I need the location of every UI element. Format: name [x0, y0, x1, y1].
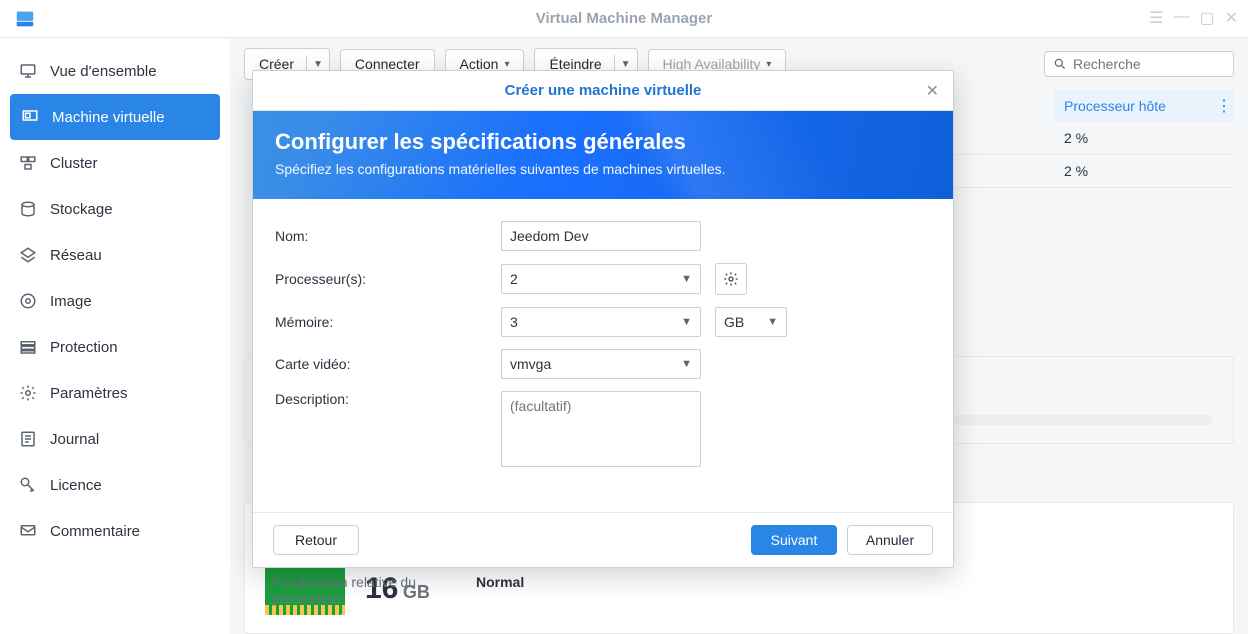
vm-details: Pondération relative du processeur: Norm… [252, 574, 544, 626]
dialog-body: Nom: Processeur(s): 2▼ Mémoire: 3▼ GB▼ C… [253, 199, 953, 512]
back-button[interactable]: Retour [273, 525, 359, 555]
sidebar-item-overview[interactable]: Vue d'ensemble [0, 48, 230, 94]
cancel-button[interactable]: Annuler [847, 525, 933, 555]
banner-subtitle: Spécifiez les configurations matérielles… [275, 161, 931, 177]
window-controls: ☰ — ▢ ✕ [1149, 8, 1238, 28]
sidebar: Vue d'ensemble Machine virtuelle Cluster… [0, 38, 230, 634]
dialog-title: Créer une machine virtuelle [505, 82, 702, 99]
sidebar-item-label: Commentaire [50, 523, 140, 540]
sidebar-item-comment[interactable]: Commentaire [0, 508, 230, 554]
detail-label: Pondération relative du [272, 574, 416, 590]
sidebar-item-network[interactable]: Réseau [0, 232, 230, 278]
create-vm-dialog: Créer une machine virtuelle ✕ Configurer… [252, 70, 954, 568]
vm-icon [20, 108, 40, 126]
field-label-video: Carte vidéo: [275, 356, 501, 372]
sidebar-item-label: Protection [50, 339, 118, 356]
field-label-memory: Mémoire: [275, 314, 501, 330]
col-proc-host[interactable]: Processeur hôte [1054, 90, 1214, 122]
monitor-icon [18, 62, 38, 80]
chevron-down-icon: ▼ [681, 316, 692, 328]
chevron-down-icon: ▼ [313, 59, 323, 70]
window-maximize-icon[interactable]: ▢ [1199, 8, 1214, 28]
column-menu-icon[interactable]: ⋮ [1214, 90, 1234, 122]
close-icon[interactable]: ✕ [926, 81, 939, 101]
sidebar-item-image[interactable]: Image [0, 278, 230, 324]
banner-title: Configurer les spécifications générales [275, 129, 931, 155]
memory-unit-select[interactable]: GB▼ [715, 307, 787, 337]
name-input[interactable] [501, 221, 701, 251]
sidebar-item-protection[interactable]: Protection [0, 324, 230, 370]
sidebar-item-label: Vue d'ensemble [50, 63, 157, 80]
sidebar-item-label: Cluster [50, 155, 98, 172]
window-titlebar: Virtual Machine Manager ☰ — ▢ ✕ [0, 0, 1248, 38]
sidebar-item-label: Stockage [50, 201, 113, 218]
chevron-down-icon: ▼ [681, 273, 692, 285]
sidebar-item-vm[interactable]: Machine virtuelle [10, 94, 220, 140]
field-label-name: Nom: [275, 228, 501, 244]
chevron-down-icon: ▼ [621, 59, 631, 70]
video-select[interactable]: vmvga▼ [501, 349, 701, 379]
dialog-banner: Configurer les spécifications générales … [253, 111, 953, 199]
app-icon [14, 8, 36, 30]
settings-icon [18, 384, 38, 402]
search-icon [1053, 57, 1067, 71]
window-close-icon[interactable]: ✕ [1225, 8, 1238, 28]
sidebar-item-journal[interactable]: Journal [0, 416, 230, 462]
detail-label: processeur: [272, 590, 416, 606]
dialog-footer: Retour Suivant Annuler [253, 512, 953, 567]
chevron-down-icon: ▾ [504, 59, 509, 70]
chevron-down-icon: ▼ [681, 358, 692, 370]
sidebar-item-label: Licence [50, 477, 102, 494]
search-input[interactable] [1073, 56, 1225, 72]
window-minimize-icon[interactable]: — [1173, 8, 1189, 28]
detail-value: Normal [476, 574, 524, 606]
field-label-desc: Description: [275, 391, 501, 407]
network-icon [18, 246, 38, 264]
sidebar-item-label: Journal [50, 431, 99, 448]
gear-icon [723, 271, 739, 287]
comment-icon [18, 522, 38, 540]
sidebar-item-label: Réseau [50, 247, 102, 264]
cluster-icon [18, 154, 38, 172]
description-textarea[interactable] [501, 391, 701, 467]
sidebar-item-label: Paramètres [50, 385, 128, 402]
search-box[interactable] [1044, 51, 1234, 77]
sidebar-item-storage[interactable]: Stockage [0, 186, 230, 232]
sidebar-item-label: Image [50, 293, 92, 310]
chevron-down-icon: ▾ [766, 59, 771, 70]
sidebar-item-settings[interactable]: Paramètres [0, 370, 230, 416]
window-menu-icon[interactable]: ☰ [1149, 8, 1163, 28]
chevron-down-icon: ▼ [767, 316, 778, 328]
sidebar-item-licence[interactable]: Licence [0, 462, 230, 508]
next-button[interactable]: Suivant [751, 525, 837, 555]
field-label-procs: Processeur(s): [275, 271, 501, 287]
window-title: Virtual Machine Manager [536, 10, 712, 27]
image-icon [18, 292, 38, 310]
storage-icon [18, 200, 38, 218]
sidebar-item-cluster[interactable]: Cluster [0, 140, 230, 186]
sidebar-item-label: Machine virtuelle [52, 109, 165, 126]
processors-select[interactable]: 2▼ [501, 264, 701, 294]
protection-icon [18, 338, 38, 356]
processor-settings-button[interactable] [715, 263, 747, 295]
journal-icon [18, 430, 38, 448]
licence-icon [18, 476, 38, 494]
memory-select[interactable]: 3▼ [501, 307, 701, 337]
